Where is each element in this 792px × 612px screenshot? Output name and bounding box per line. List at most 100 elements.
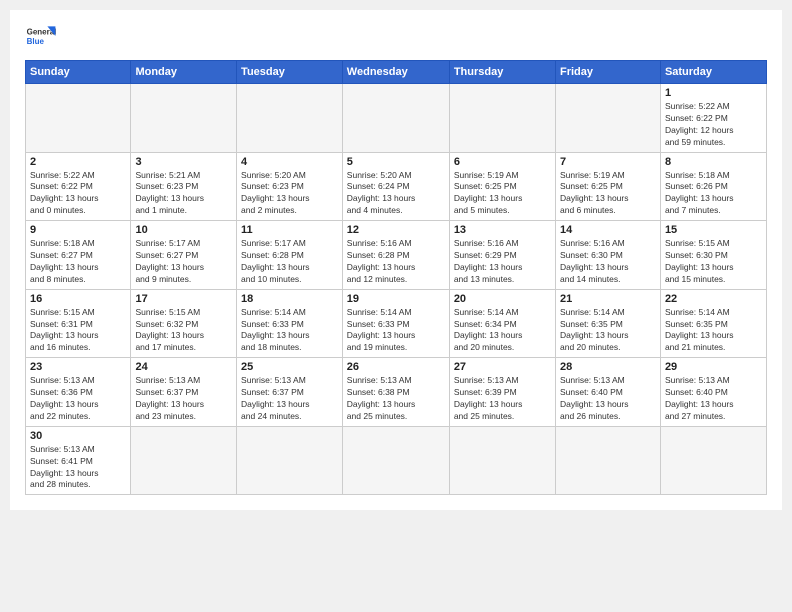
day-info: Sunrise: 5:22 AM Sunset: 6:22 PM Dayligh… <box>665 101 762 149</box>
day-number: 7 <box>560 156 656 168</box>
calendar-week-row: 23 Sunrise: 5:13 AM Sunset: 6:36 PM Dayli… <box>26 358 767 427</box>
calendar-cell <box>449 426 555 495</box>
calendar-cell: 23 Sunrise: 5:13 AM Sunset: 6:36 PM Dayli… <box>26 358 131 427</box>
weekday-header-friday: Friday <box>555 61 660 84</box>
day-number: 4 <box>241 156 338 168</box>
calendar-cell <box>555 426 660 495</box>
calendar-table: SundayMondayTuesdayWednesdayThursdayFrid… <box>25 60 767 495</box>
calendar-cell <box>342 84 449 153</box>
day-info: Sunrise: 5:22 AM Sunset: 6:22 PM Dayligh… <box>30 170 126 218</box>
calendar-cell <box>237 426 343 495</box>
calendar-cell: 12 Sunrise: 5:16 AM Sunset: 6:28 PM Dayli… <box>342 221 449 290</box>
calendar-cell: 28 Sunrise: 5:13 AM Sunset: 6:40 PM Dayli… <box>555 358 660 427</box>
day-info: Sunrise: 5:14 AM Sunset: 6:35 PM Dayligh… <box>665 307 762 355</box>
calendar-cell: 22 Sunrise: 5:14 AM Sunset: 6:35 PM Dayli… <box>660 289 766 358</box>
logo: General Blue <box>25 20 57 52</box>
calendar-week-row: 1 Sunrise: 5:22 AM Sunset: 6:22 PM Daylig… <box>26 84 767 153</box>
day-number: 1 <box>665 87 762 99</box>
day-number: 2 <box>30 156 126 168</box>
day-number: 26 <box>347 361 445 373</box>
day-info: Sunrise: 5:13 AM Sunset: 6:40 PM Dayligh… <box>560 375 656 423</box>
weekday-header-wednesday: Wednesday <box>342 61 449 84</box>
calendar-cell: 16 Sunrise: 5:15 AM Sunset: 6:31 PM Dayli… <box>26 289 131 358</box>
day-info: Sunrise: 5:19 AM Sunset: 6:25 PM Dayligh… <box>454 170 551 218</box>
day-info: Sunrise: 5:20 AM Sunset: 6:24 PM Dayligh… <box>347 170 445 218</box>
day-number: 22 <box>665 293 762 305</box>
day-number: 6 <box>454 156 551 168</box>
calendar-cell: 5 Sunrise: 5:20 AM Sunset: 6:24 PM Daylig… <box>342 152 449 221</box>
day-info: Sunrise: 5:13 AM Sunset: 6:41 PM Dayligh… <box>30 444 126 492</box>
calendar-cell: 30 Sunrise: 5:13 AM Sunset: 6:41 PM Dayli… <box>26 426 131 495</box>
day-number: 30 <box>30 430 126 442</box>
day-info: Sunrise: 5:16 AM Sunset: 6:28 PM Dayligh… <box>347 238 445 286</box>
calendar-cell: 3Sunrise: 5:21 AM Sunset: 6:23 PM Daylig… <box>131 152 237 221</box>
page: General Blue SundayMondayTuesdayWednesda… <box>10 10 782 510</box>
calendar-cell: 18 Sunrise: 5:14 AM Sunset: 6:33 PM Dayli… <box>237 289 343 358</box>
day-info: Sunrise: 5:15 AM Sunset: 6:32 PM Dayligh… <box>135 307 232 355</box>
calendar-cell <box>26 84 131 153</box>
day-number: 27 <box>454 361 551 373</box>
calendar-cell: 17 Sunrise: 5:15 AM Sunset: 6:32 PM Dayli… <box>131 289 237 358</box>
day-number: 3 <box>135 156 232 168</box>
day-number: 11 <box>241 224 338 236</box>
day-info: Sunrise: 5:17 AM Sunset: 6:28 PM Dayligh… <box>241 238 338 286</box>
calendar-cell <box>449 84 555 153</box>
day-info: Sunrise: 5:19 AM Sunset: 6:25 PM Dayligh… <box>560 170 656 218</box>
day-number: 25 <box>241 361 338 373</box>
day-number: 12 <box>347 224 445 236</box>
day-info: Sunrise: 5:14 AM Sunset: 6:33 PM Dayligh… <box>347 307 445 355</box>
day-info: Sunrise: 5:16 AM Sunset: 6:29 PM Dayligh… <box>454 238 551 286</box>
calendar-cell: 1 Sunrise: 5:22 AM Sunset: 6:22 PM Daylig… <box>660 84 766 153</box>
generalblue-logo-icon: General Blue <box>25 20 57 52</box>
day-number: 29 <box>665 361 762 373</box>
svg-text:Blue: Blue <box>27 37 45 46</box>
day-number: 8 <box>665 156 762 168</box>
day-number: 23 <box>30 361 126 373</box>
calendar-week-row: 30 Sunrise: 5:13 AM Sunset: 6:41 PM Dayli… <box>26 426 767 495</box>
calendar-week-row: 16 Sunrise: 5:15 AM Sunset: 6:31 PM Dayli… <box>26 289 767 358</box>
calendar-cell: 15 Sunrise: 5:15 AM Sunset: 6:30 PM Dayli… <box>660 221 766 290</box>
day-info: Sunrise: 5:15 AM Sunset: 6:31 PM Dayligh… <box>30 307 126 355</box>
day-number: 13 <box>454 224 551 236</box>
day-number: 15 <box>665 224 762 236</box>
weekday-header-row: SundayMondayTuesdayWednesdayThursdayFrid… <box>26 61 767 84</box>
day-number: 16 <box>30 293 126 305</box>
day-info: Sunrise: 5:13 AM Sunset: 6:39 PM Dayligh… <box>454 375 551 423</box>
day-info: Sunrise: 5:15 AM Sunset: 6:30 PM Dayligh… <box>665 238 762 286</box>
calendar-cell: 7 Sunrise: 5:19 AM Sunset: 6:25 PM Daylig… <box>555 152 660 221</box>
day-number: 9 <box>30 224 126 236</box>
calendar-cell: 13 Sunrise: 5:16 AM Sunset: 6:29 PM Dayli… <box>449 221 555 290</box>
calendar-cell: 24 Sunrise: 5:13 AM Sunset: 6:37 PM Dayli… <box>131 358 237 427</box>
calendar-cell: 29 Sunrise: 5:13 AM Sunset: 6:40 PM Dayli… <box>660 358 766 427</box>
calendar-week-row: 2 Sunrise: 5:22 AM Sunset: 6:22 PM Daylig… <box>26 152 767 221</box>
day-info: Sunrise: 5:13 AM Sunset: 6:37 PM Dayligh… <box>135 375 232 423</box>
day-number: 18 <box>241 293 338 305</box>
header: General Blue <box>25 20 767 52</box>
weekday-header-monday: Monday <box>131 61 237 84</box>
day-info: Sunrise: 5:13 AM Sunset: 6:40 PM Dayligh… <box>665 375 762 423</box>
calendar-cell <box>131 84 237 153</box>
day-info: Sunrise: 5:17 AM Sunset: 6:27 PM Dayligh… <box>135 238 232 286</box>
day-number: 21 <box>560 293 656 305</box>
day-info: Sunrise: 5:14 AM Sunset: 6:34 PM Dayligh… <box>454 307 551 355</box>
day-number: 24 <box>135 361 232 373</box>
day-info: Sunrise: 5:14 AM Sunset: 6:33 PM Dayligh… <box>241 307 338 355</box>
day-number: 17 <box>135 293 232 305</box>
weekday-header-thursday: Thursday <box>449 61 555 84</box>
calendar-cell: 25Sunrise: 5:13 AM Sunset: 6:37 PM Dayli… <box>237 358 343 427</box>
weekday-header-sunday: Sunday <box>26 61 131 84</box>
calendar-cell <box>342 426 449 495</box>
calendar-cell: 4Sunrise: 5:20 AM Sunset: 6:23 PM Daylig… <box>237 152 343 221</box>
calendar-cell: 14Sunrise: 5:16 AM Sunset: 6:30 PM Dayli… <box>555 221 660 290</box>
day-info: Sunrise: 5:13 AM Sunset: 6:36 PM Dayligh… <box>30 375 126 423</box>
calendar-cell: 10Sunrise: 5:17 AM Sunset: 6:27 PM Dayli… <box>131 221 237 290</box>
day-number: 20 <box>454 293 551 305</box>
calendar-cell: 9Sunrise: 5:18 AM Sunset: 6:27 PM Daylig… <box>26 221 131 290</box>
day-info: Sunrise: 5:14 AM Sunset: 6:35 PM Dayligh… <box>560 307 656 355</box>
calendar-cell <box>237 84 343 153</box>
weekday-header-saturday: Saturday <box>660 61 766 84</box>
day-info: Sunrise: 5:16 AM Sunset: 6:30 PM Dayligh… <box>560 238 656 286</box>
day-number: 28 <box>560 361 656 373</box>
day-number: 5 <box>347 156 445 168</box>
weekday-header-tuesday: Tuesday <box>237 61 343 84</box>
